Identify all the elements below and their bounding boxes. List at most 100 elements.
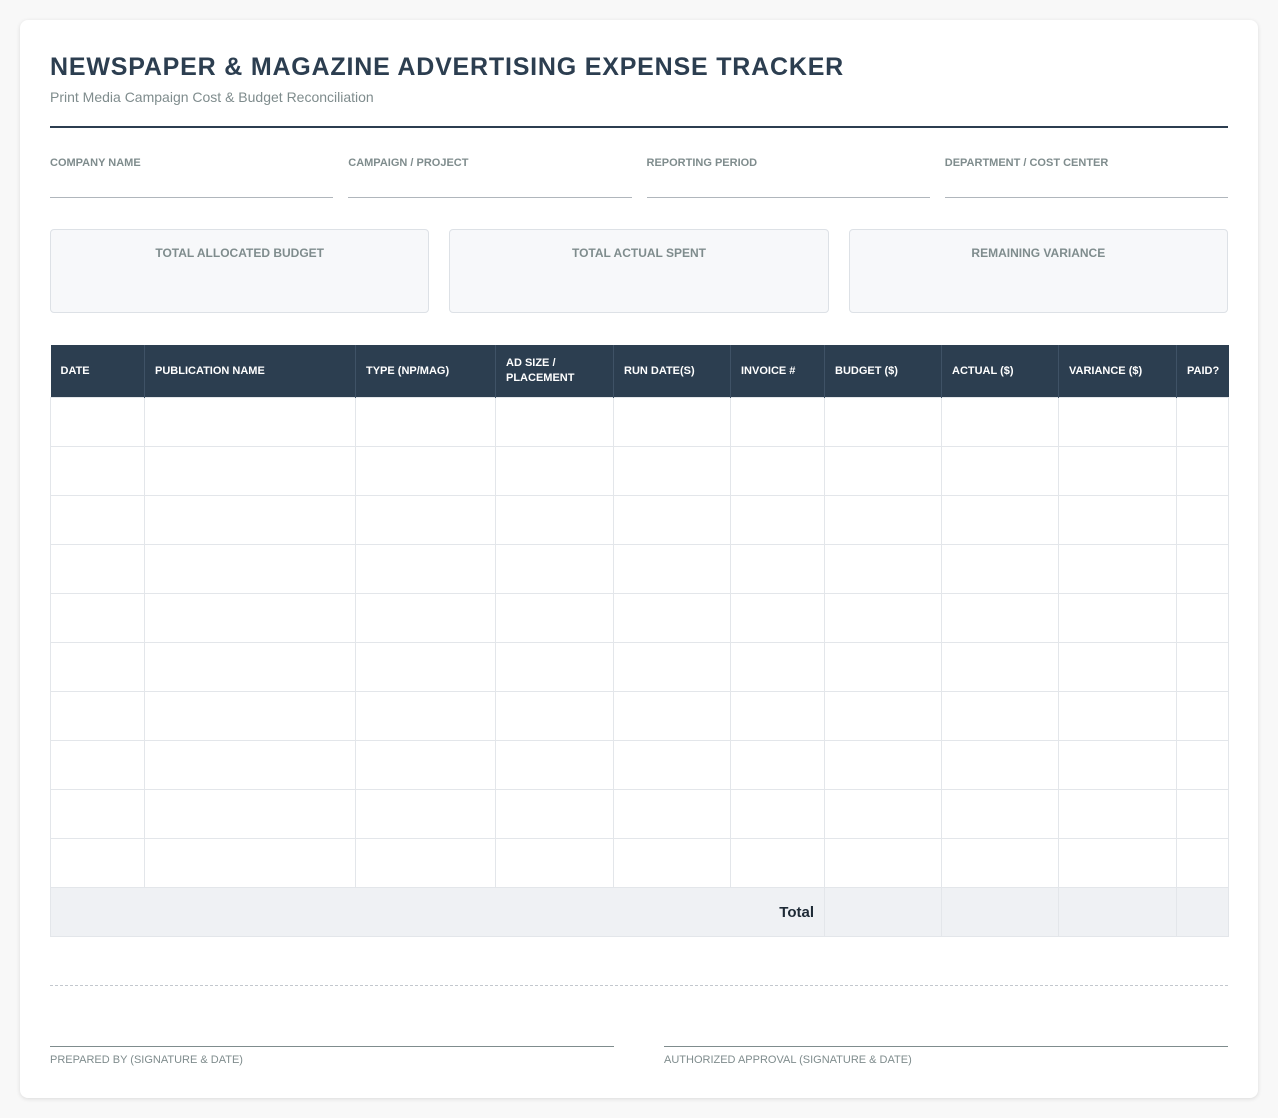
cell-date[interactable] (50, 593, 145, 643)
cell-paid[interactable] (1176, 740, 1229, 790)
cell-date[interactable] (50, 740, 145, 790)
cell-date[interactable] (50, 397, 145, 447)
cell-date[interactable] (50, 544, 145, 594)
cell-run-dates[interactable] (613, 789, 731, 839)
cell-type[interactable] (355, 544, 496, 594)
cell-invoice[interactable] (730, 544, 825, 594)
cell-type[interactable] (355, 495, 496, 545)
cell-budget[interactable] (824, 740, 942, 790)
cell-date[interactable] (50, 691, 145, 741)
cell-variance[interactable] (1058, 740, 1177, 790)
cell-paid[interactable] (1176, 544, 1229, 594)
cell-type[interactable] (355, 789, 496, 839)
cell-publication-name[interactable] (144, 397, 356, 447)
cell-type[interactable] (355, 691, 496, 741)
cell-paid[interactable] (1176, 838, 1229, 888)
cell-run-dates[interactable] (613, 495, 731, 545)
cell-paid[interactable] (1176, 642, 1229, 692)
cell-variance[interactable] (1058, 495, 1177, 545)
reporting-period-field[interactable]: REPORTING PERIOD (646, 155, 930, 198)
cell-invoice[interactable] (730, 593, 825, 643)
total-budget-cell[interactable] (824, 887, 942, 937)
cell-invoice[interactable] (730, 495, 825, 545)
cell-variance[interactable] (1058, 397, 1177, 447)
campaign-project-input-line[interactable] (348, 193, 632, 198)
cell-date[interactable] (50, 495, 145, 545)
cell-actual[interactable] (941, 446, 1059, 496)
reporting-period-input-line[interactable] (646, 193, 930, 198)
cell-invoice[interactable] (730, 446, 825, 496)
cell-publication-name[interactable] (144, 495, 356, 545)
cell-run-dates[interactable] (613, 838, 731, 888)
cell-publication-name[interactable] (144, 740, 356, 790)
cell-actual[interactable] (941, 789, 1059, 839)
cell-actual[interactable] (941, 740, 1059, 790)
cell-publication-name[interactable] (144, 593, 356, 643)
cell-publication-name[interactable] (144, 544, 356, 594)
cell-ad-size-placement[interactable] (495, 691, 614, 741)
cell-type[interactable] (355, 397, 496, 447)
cell-invoice[interactable] (730, 740, 825, 790)
cell-budget[interactable] (824, 593, 942, 643)
cell-budget[interactable] (824, 495, 942, 545)
cell-actual[interactable] (941, 838, 1059, 888)
cell-run-dates[interactable] (613, 740, 731, 790)
cell-type[interactable] (355, 740, 496, 790)
cell-run-dates[interactable] (613, 544, 731, 594)
cell-actual[interactable] (941, 642, 1059, 692)
cell-paid[interactable] (1176, 495, 1229, 545)
cell-variance[interactable] (1058, 446, 1177, 496)
cell-ad-size-placement[interactable] (495, 740, 614, 790)
cell-run-dates[interactable] (613, 446, 731, 496)
cell-actual[interactable] (941, 495, 1059, 545)
total-actual-cell[interactable] (941, 887, 1059, 937)
cell-invoice[interactable] (730, 789, 825, 839)
prepared-by-signature[interactable]: PREPARED BY (SIGNATURE & DATE) (50, 1046, 614, 1066)
cell-variance[interactable] (1058, 544, 1177, 594)
cell-ad-size-placement[interactable] (495, 838, 614, 888)
cell-ad-size-placement[interactable] (495, 789, 614, 839)
cell-invoice[interactable] (730, 397, 825, 447)
cell-type[interactable] (355, 446, 496, 496)
cell-budget[interactable] (824, 838, 942, 888)
cell-run-dates[interactable] (613, 642, 731, 692)
cell-budget[interactable] (824, 691, 942, 741)
authorized-approval-signature[interactable]: AUTHORIZED APPROVAL (SIGNATURE & DATE) (664, 1046, 1228, 1066)
cell-ad-size-placement[interactable] (495, 397, 614, 447)
cell-paid[interactable] (1176, 691, 1229, 741)
cell-actual[interactable] (941, 544, 1059, 594)
cell-publication-name[interactable] (144, 642, 356, 692)
cell-publication-name[interactable] (144, 446, 356, 496)
authorized-approval-signature-line[interactable] (664, 1046, 1228, 1047)
cell-ad-size-placement[interactable] (495, 593, 614, 643)
cell-actual[interactable] (941, 691, 1059, 741)
cell-paid[interactable] (1176, 446, 1229, 496)
cell-type[interactable] (355, 593, 496, 643)
company-name-input-line[interactable] (50, 193, 334, 198)
cell-variance[interactable] (1058, 789, 1177, 839)
cell-budget[interactable] (824, 397, 942, 447)
cell-invoice[interactable] (730, 691, 825, 741)
total-actual-spent-box[interactable]: TOTAL ACTUAL SPENT (449, 229, 829, 313)
department-cost-center-field[interactable]: DEPARTMENT / COST CENTER (944, 155, 1228, 198)
total-paid-cell[interactable] (1176, 887, 1229, 937)
cell-ad-size-placement[interactable] (495, 642, 614, 692)
cell-ad-size-placement[interactable] (495, 446, 614, 496)
cell-budget[interactable] (824, 789, 942, 839)
cell-variance[interactable] (1058, 642, 1177, 692)
cell-variance[interactable] (1058, 593, 1177, 643)
cell-variance[interactable] (1058, 838, 1177, 888)
remaining-variance-box[interactable]: REMAINING VARIANCE (848, 229, 1228, 313)
cell-ad-size-placement[interactable] (495, 544, 614, 594)
total-allocated-budget-box[interactable]: TOTAL ALLOCATED BUDGET (50, 229, 430, 313)
cell-invoice[interactable] (730, 642, 825, 692)
cell-paid[interactable] (1176, 789, 1229, 839)
cell-paid[interactable] (1176, 397, 1229, 447)
campaign-project-field[interactable]: CAMPAIGN / PROJECT (348, 155, 632, 198)
cell-paid[interactable] (1176, 593, 1229, 643)
cell-run-dates[interactable] (613, 691, 731, 741)
cell-publication-name[interactable] (144, 838, 356, 888)
cell-date[interactable] (50, 446, 145, 496)
cell-variance[interactable] (1058, 691, 1177, 741)
department-cost-center-input-line[interactable] (944, 193, 1228, 198)
